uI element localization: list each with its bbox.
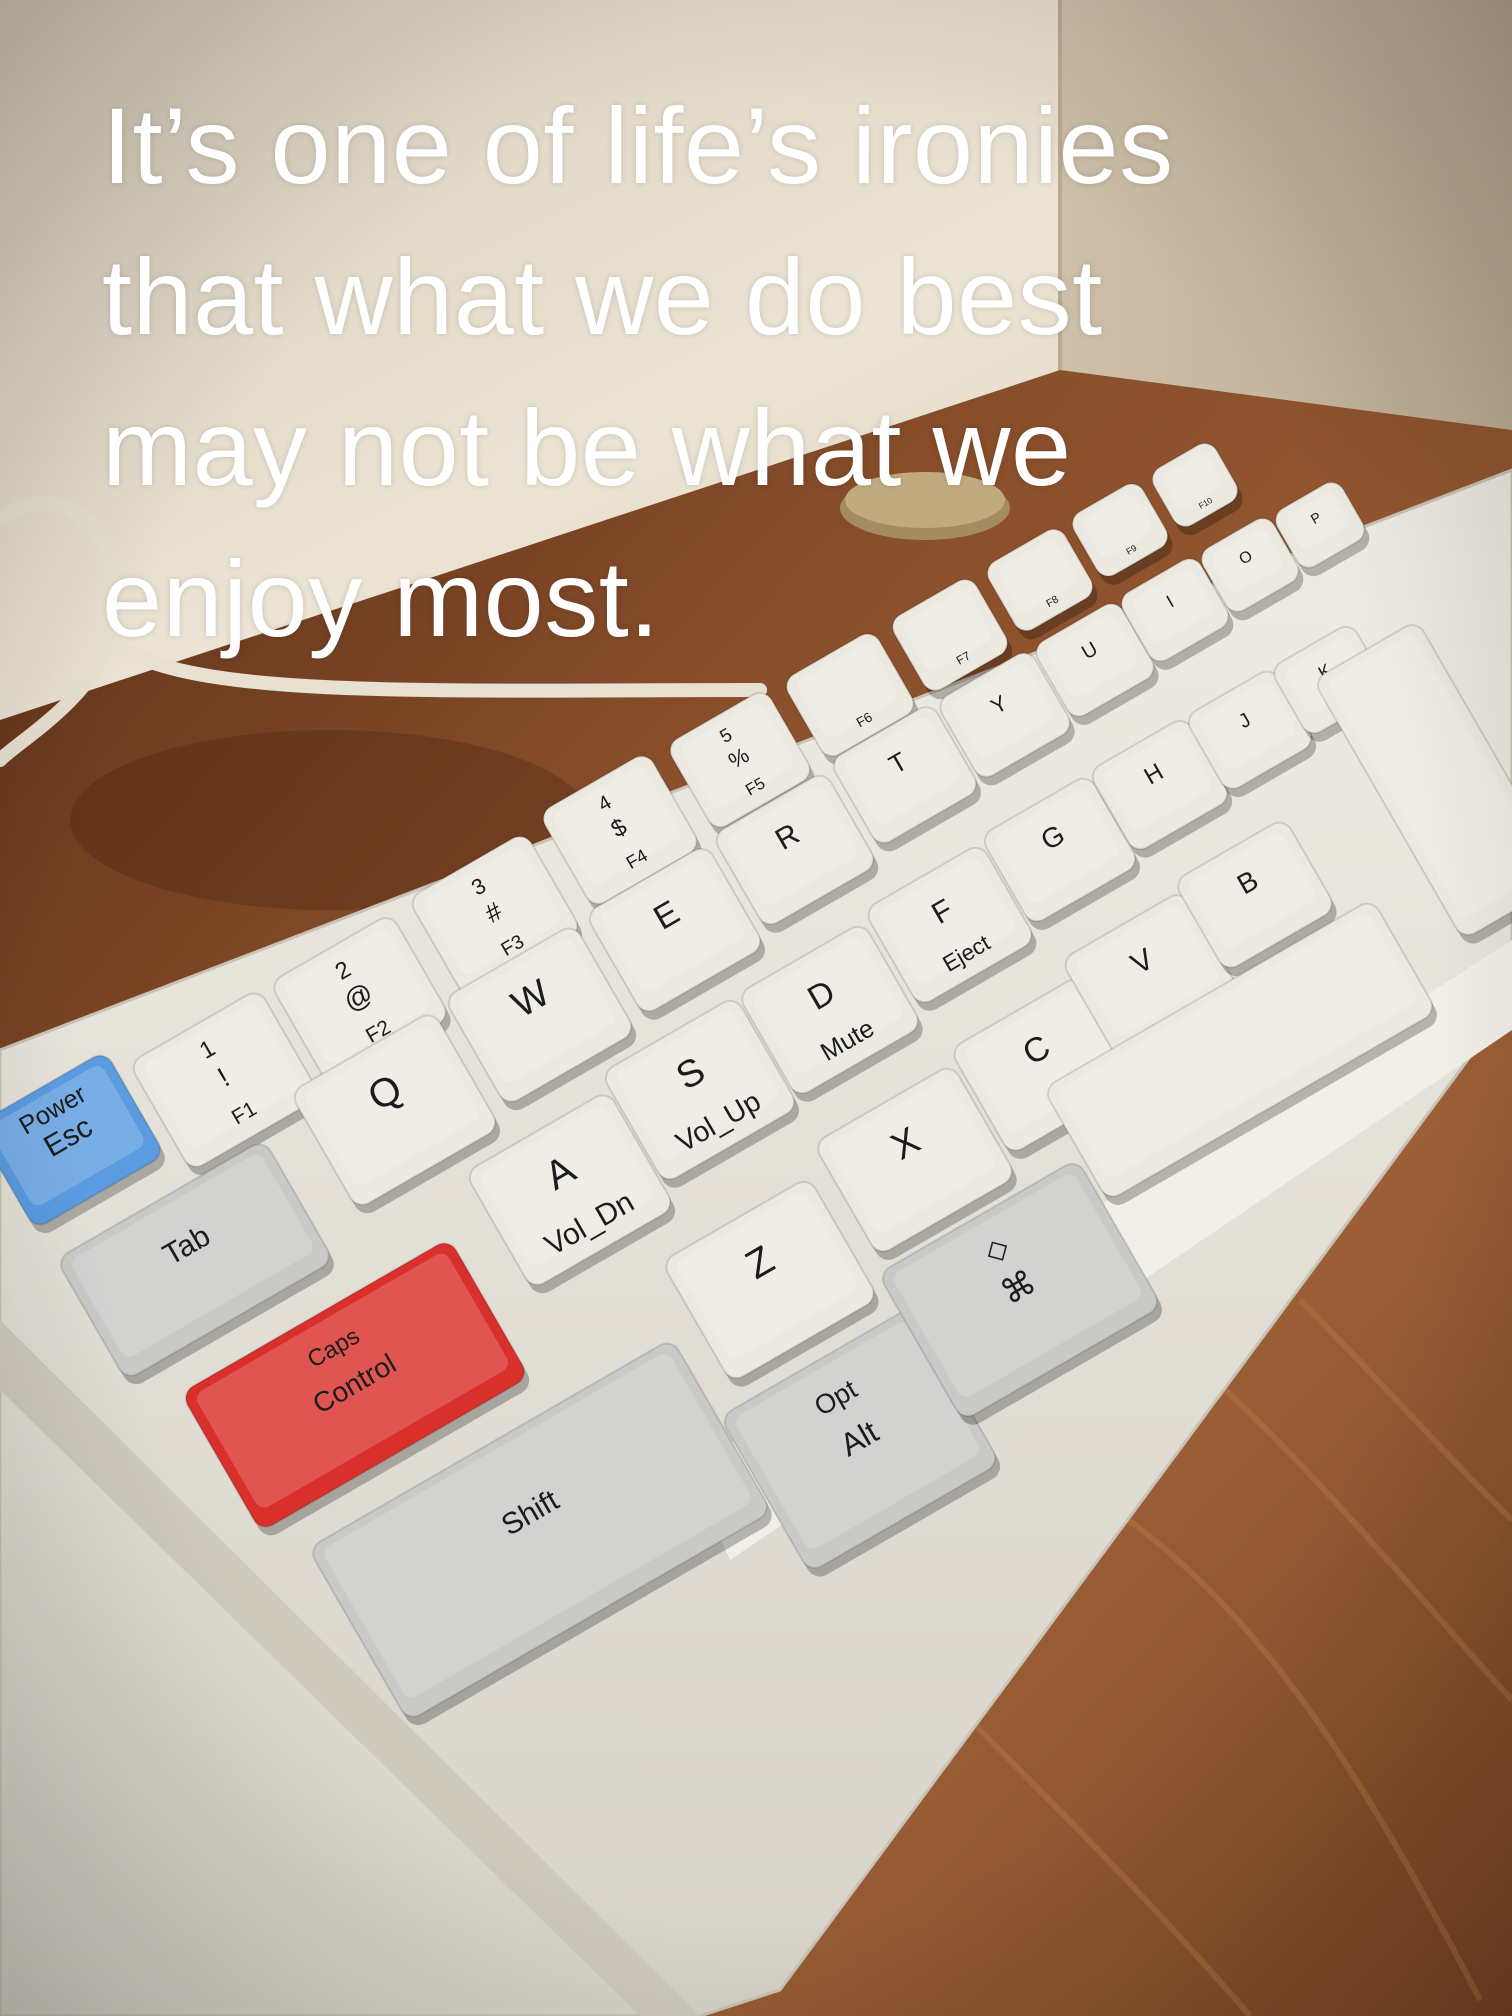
quote-line-4: enjoy most. [102, 538, 660, 659]
quote-line-2: that what we do best [102, 236, 1103, 357]
quote-line-1: It’s one of life’s ironies [102, 85, 1174, 206]
quote-line-3: may not be what we [102, 387, 1072, 508]
quote-overlay: It’s one of life’s ironies that what we … [102, 70, 1402, 674]
